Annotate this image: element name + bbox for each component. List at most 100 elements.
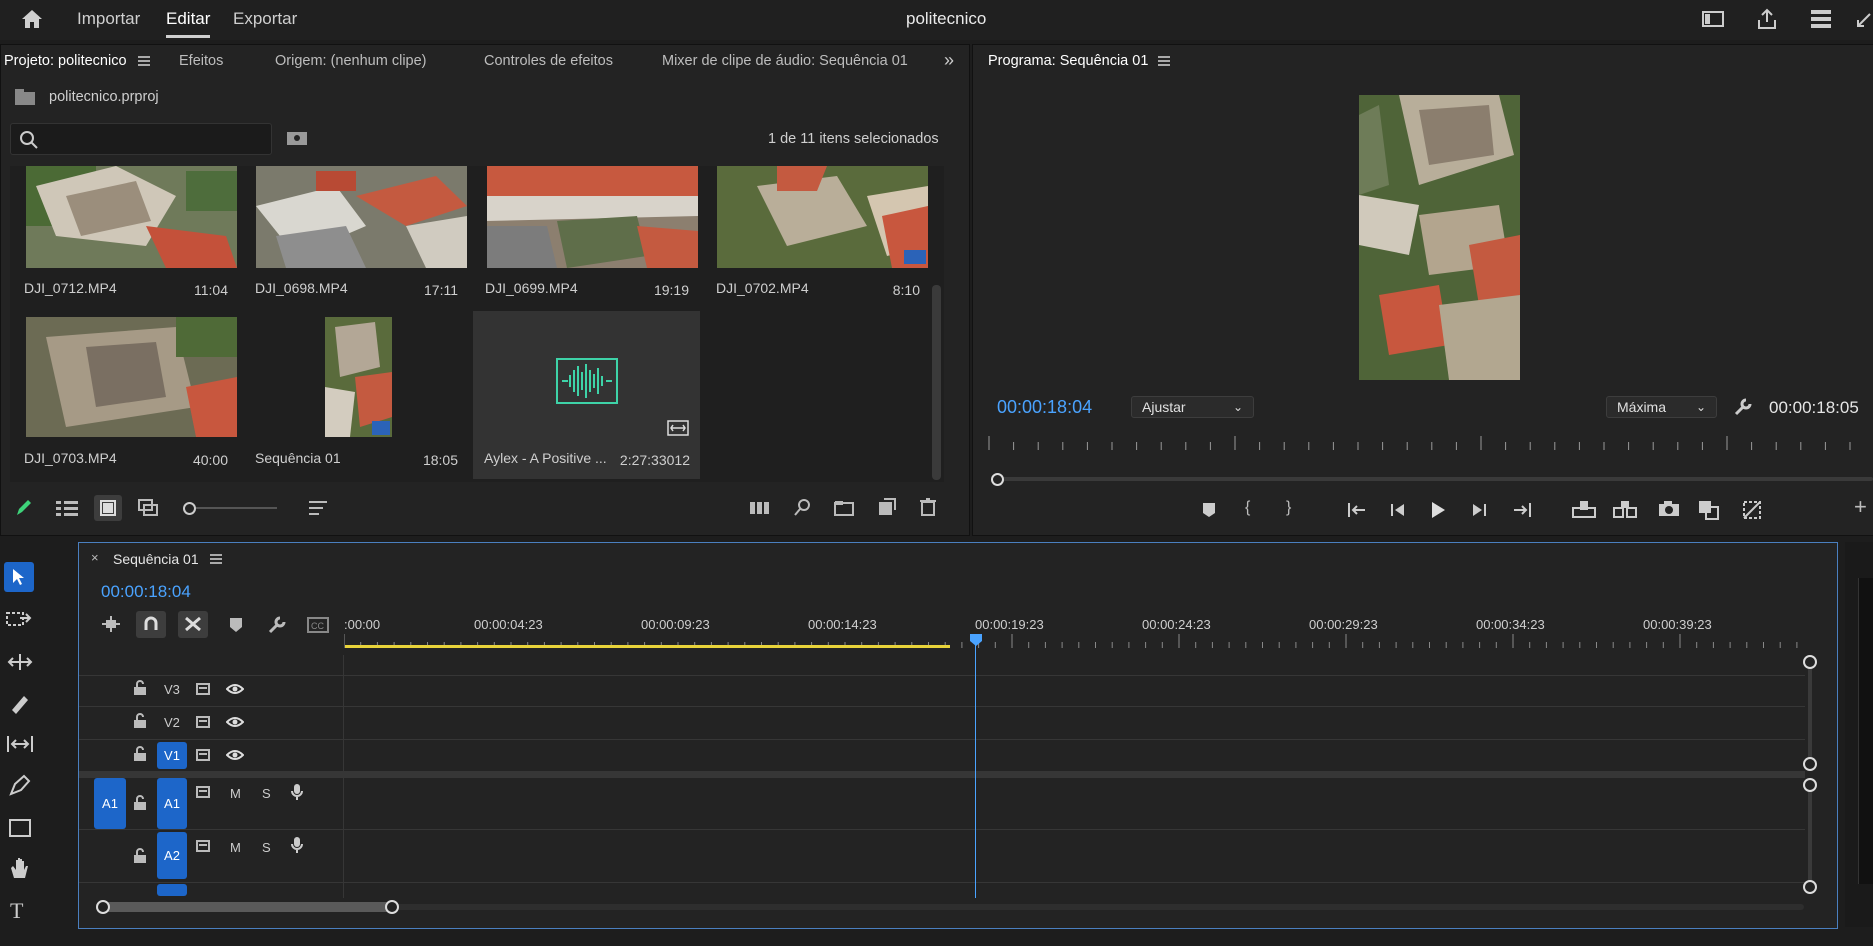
go-to-in-icon[interactable] — [1347, 502, 1367, 518]
track-target-v1[interactable]: V1 — [157, 742, 187, 769]
menu-importar[interactable]: Importar — [77, 9, 140, 29]
project-scrollbar[interactable] — [932, 285, 941, 480]
workspace-icon[interactable] — [1702, 10, 1724, 28]
pencil-icon[interactable] — [14, 498, 32, 518]
playhead[interactable] — [969, 633, 983, 898]
mute-button[interactable]: M — [230, 840, 241, 855]
lock-icon[interactable] — [133, 795, 147, 811]
zoom-dropdown[interactable]: Ajustar ⌄ — [1131, 396, 1254, 418]
go-to-out-icon[interactable] — [1512, 502, 1532, 518]
more-tabs-icon[interactable]: » — [944, 50, 954, 71]
list-view-icon[interactable] — [56, 500, 78, 516]
slip-tool-icon[interactable] — [6, 734, 34, 754]
program-ruler[interactable] — [985, 432, 1873, 454]
work-area-bar[interactable] — [345, 645, 950, 648]
timeline-tab-title[interactable]: Sequência 01 — [113, 551, 199, 567]
mark-in-icon[interactable]: { — [1245, 498, 1250, 518]
search-field[interactable] — [10, 123, 272, 155]
program-current-timecode[interactable]: 00:00:18:04 — [997, 397, 1092, 418]
mute-button[interactable]: M — [230, 786, 241, 801]
track-label-v2[interactable]: V2 — [164, 715, 180, 730]
timeline-marker-icon[interactable] — [229, 617, 243, 633]
microphone-icon[interactable] — [290, 783, 304, 801]
expand-icon[interactable] — [1856, 12, 1872, 28]
comparison-view-icon[interactable] — [1698, 500, 1720, 520]
quality-dropdown[interactable]: Máxima ⌄ — [1606, 396, 1717, 418]
menu-editar[interactable]: Editar — [166, 9, 211, 38]
tab-controles-efeitos[interactable]: Controles de efeitos — [484, 53, 613, 69]
timeline-timecode[interactable]: 00:00:18:04 — [101, 582, 191, 602]
sync-lock-icon[interactable] — [196, 749, 212, 761]
sort-icon[interactable] — [309, 500, 327, 516]
linked-selection-toggle[interactable] — [178, 611, 208, 638]
solo-button[interactable]: S — [262, 840, 271, 855]
track-label-v3[interactable]: V3 — [164, 682, 180, 697]
razor-tool-icon[interactable] — [8, 692, 32, 714]
tab-origem[interactable]: Origem: (nenhum clipe) — [275, 53, 427, 69]
new-item-icon[interactable] — [878, 498, 896, 516]
tab-efeitos[interactable]: Efeitos — [179, 53, 223, 69]
sync-lock-icon[interactable] — [196, 716, 212, 728]
track-target-a3-partial[interactable] — [157, 884, 187, 896]
find-bin-icon[interactable] — [286, 129, 308, 147]
zoom-slider-handle[interactable] — [183, 502, 196, 515]
menu-exportar[interactable]: Exportar — [233, 9, 297, 29]
snap-toggle[interactable] — [136, 611, 166, 638]
insert-nest-icon[interactable] — [100, 614, 122, 634]
pen-tool-icon[interactable] — [8, 774, 32, 796]
video-track-scrollbar[interactable] — [1808, 655, 1812, 762]
microphone-icon[interactable] — [290, 836, 304, 854]
clip-thumbnail[interactable] — [26, 166, 237, 268]
lift-icon[interactable] — [1572, 500, 1596, 518]
new-bin-icon[interactable] — [834, 500, 854, 516]
find-icon[interactable] — [794, 498, 812, 518]
step-back-icon[interactable] — [1389, 502, 1407, 518]
timeline-horizontal-scrollbar[interactable] — [101, 902, 391, 912]
audio-track-scrollbar[interactable] — [1808, 784, 1812, 886]
program-zoom-bar[interactable] — [994, 477, 1873, 481]
proxy-toggle-icon[interactable] — [1742, 500, 1762, 520]
settings-panels-icon[interactable] — [1810, 9, 1832, 29]
hand-tool-icon[interactable] — [8, 856, 32, 880]
type-tool-icon[interactable]: T — [10, 898, 23, 924]
scroll-handle[interactable] — [1803, 655, 1817, 669]
track-select-icon[interactable] — [6, 610, 34, 630]
share-icon[interactable] — [1756, 8, 1778, 30]
source-patch-a1[interactable]: A1 — [94, 778, 126, 829]
wrench-icon[interactable] — [1733, 397, 1753, 417]
sequence-thumbnail[interactable] — [325, 317, 392, 437]
lock-icon[interactable] — [133, 746, 147, 762]
ripple-edit-icon[interactable] — [6, 652, 34, 672]
eye-icon[interactable] — [226, 716, 244, 728]
close-icon[interactable]: × — [91, 550, 99, 565]
eye-icon[interactable] — [226, 683, 244, 695]
clip-thumbnail[interactable] — [487, 166, 698, 268]
search-input[interactable] — [45, 128, 265, 150]
program-monitor-title[interactable]: Programa: Sequência 01 — [988, 53, 1148, 69]
icon-view-button[interactable] — [94, 495, 122, 521]
program-zoom-handle[interactable] — [991, 473, 1004, 486]
clip-thumbnail[interactable] — [256, 166, 467, 268]
timeline-settings-icon[interactable] — [267, 615, 287, 635]
freeform-view-icon[interactable] — [138, 499, 162, 517]
zoom-slider[interactable] — [183, 502, 277, 515]
scroll-handle[interactable] — [385, 900, 399, 914]
eye-icon[interactable] — [226, 749, 244, 761]
tab-mixer-audio[interactable]: Mixer de clipe de áudio: Sequência 01 — [662, 53, 908, 69]
scroll-handle[interactable] — [1803, 757, 1817, 771]
lock-icon[interactable] — [133, 680, 147, 696]
add-marker-icon[interactable] — [1202, 502, 1216, 518]
delete-icon[interactable] — [920, 498, 936, 516]
home-icon[interactable] — [20, 8, 44, 30]
clip-thumbnail[interactable] — [717, 166, 928, 268]
scroll-handle[interactable] — [1803, 880, 1817, 894]
selection-tool-button[interactable] — [4, 562, 34, 592]
panel-menu-icon[interactable] — [138, 56, 150, 66]
sync-lock-icon[interactable] — [196, 683, 212, 695]
track-target-a1[interactable]: A1 — [157, 778, 187, 829]
step-forward-icon[interactable] — [1470, 502, 1488, 518]
tab-projeto[interactable]: Projeto: politecnico — [4, 53, 127, 69]
program-menu-icon[interactable] — [1158, 56, 1170, 66]
solo-button[interactable]: S — [262, 786, 271, 801]
add-button-icon[interactable]: + — [1854, 496, 1867, 518]
